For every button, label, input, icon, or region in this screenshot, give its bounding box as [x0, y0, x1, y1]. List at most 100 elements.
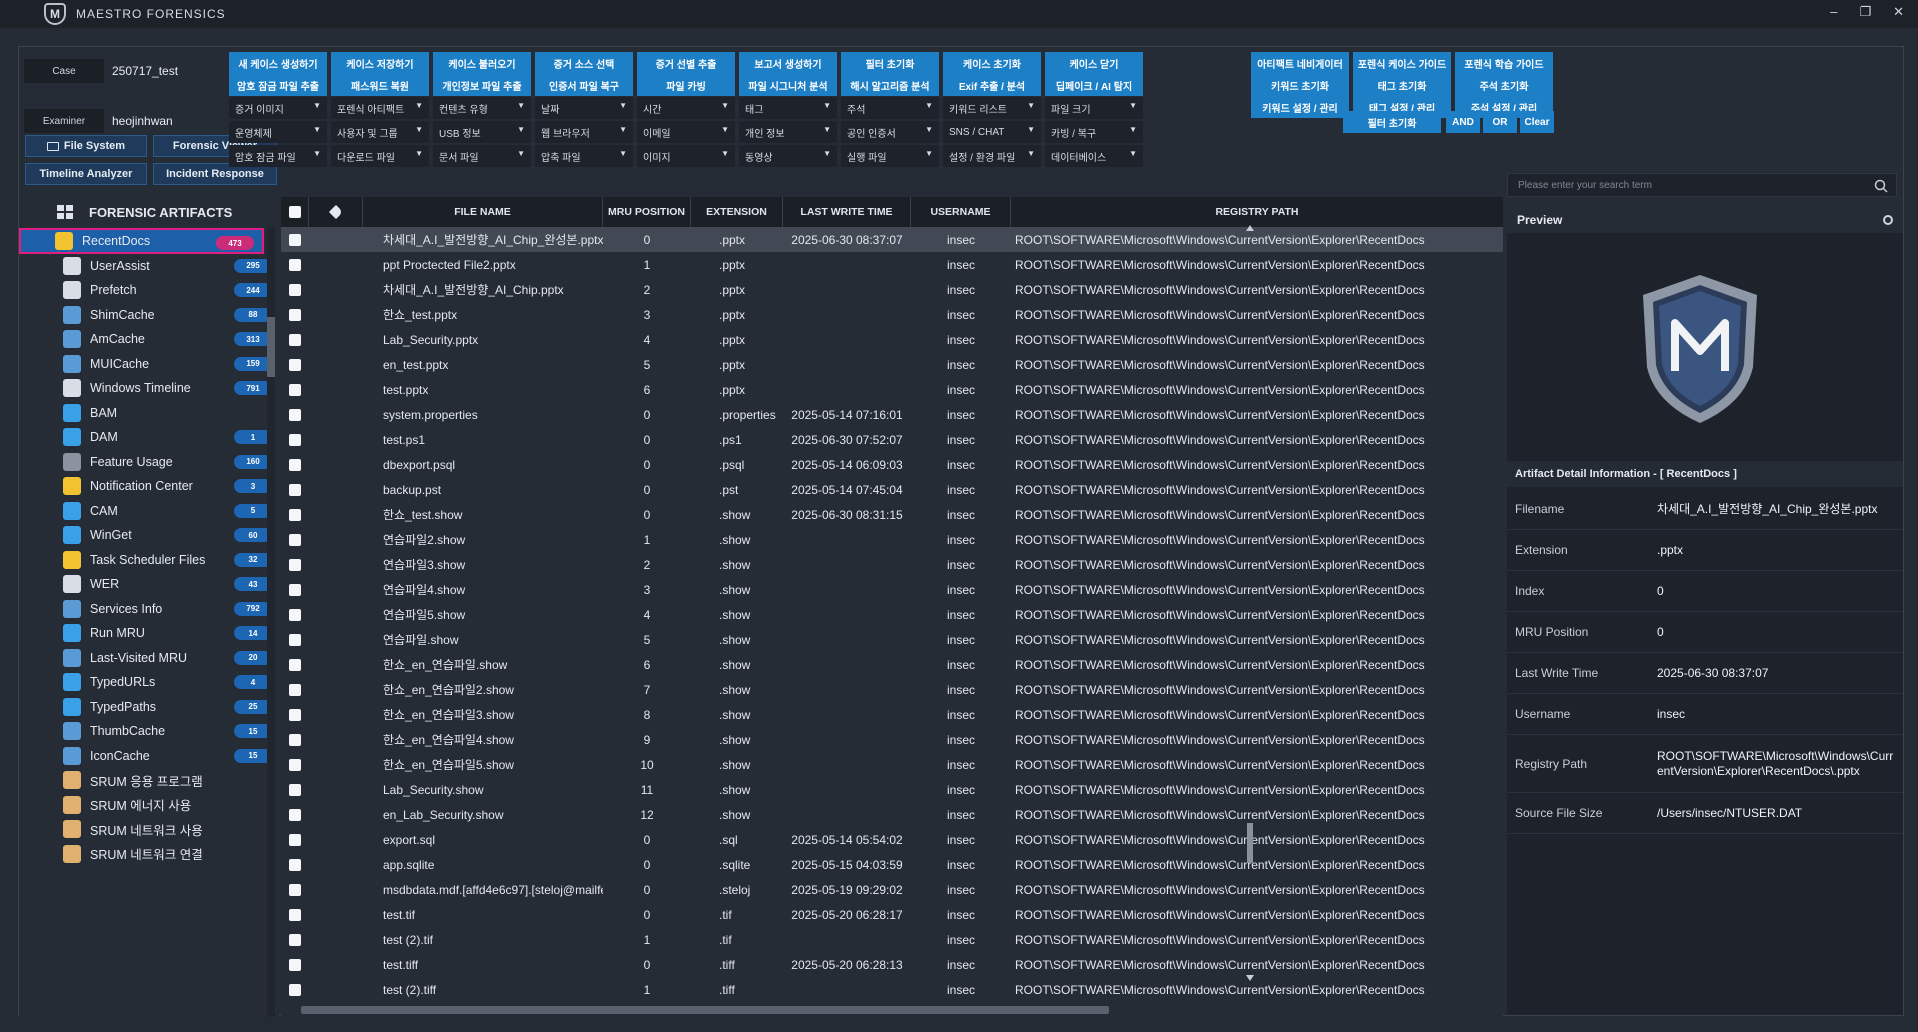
- toolbar-row2-button-8[interactable]: 딥페이크 / AI 탐지: [1045, 74, 1143, 96]
- row-checkbox[interactable]: [289, 883, 301, 896]
- sidebar-item-srum-[interactable]: SRUM 네트워크 사용: [43, 816, 278, 842]
- table-row[interactable]: backup.pst 0 .pst 2025-05-14 07:45:04 insec R…: [281, 477, 1503, 502]
- toolbar-row2-button-4[interactable]: 파일 카빙: [637, 74, 735, 96]
- row-checkbox[interactable]: [289, 283, 301, 296]
- sidebar-item-prefetch[interactable]: Prefetch 244: [43, 277, 278, 303]
- sidebar-item-typedurls[interactable]: TypedURLs 4: [43, 669, 278, 695]
- row-checkbox[interactable]: [289, 358, 301, 371]
- right-row4-button-1[interactable]: AND: [1446, 111, 1480, 133]
- table-row[interactable]: test.tiff 0 .tiff 2025-05-20 06:28:13 insec R…: [281, 952, 1503, 977]
- search-icon[interactable]: [1874, 179, 1888, 193]
- row-checkbox[interactable]: [289, 608, 301, 621]
- filter-dropdown-row5-6[interactable]: 실행 파일 ▼: [841, 145, 939, 167]
- table-row[interactable]: msdbdata.mdf.[affd4e6c97].[steloj@mailfe…: [281, 877, 1503, 902]
- sidebar-item-last-visited-mru[interactable]: Last-Visited MRU 20: [43, 645, 278, 671]
- row-checkbox[interactable]: [289, 633, 301, 646]
- right-row3-button-0[interactable]: 키워드 설정 / 관리: [1251, 96, 1349, 118]
- toolbar-row1-button-6[interactable]: 필터 초기화: [841, 52, 939, 74]
- row-checkbox[interactable]: [289, 858, 301, 871]
- tag-cell[interactable]: [309, 502, 363, 527]
- toolbar-row1-button-0[interactable]: 새 케이스 생성하기: [229, 52, 327, 74]
- toolbar-row2-button-0[interactable]: 암호 잠금 파일 추출: [229, 74, 327, 96]
- sidebar-scroll-thumb[interactable]: [267, 317, 275, 377]
- table-row[interactable]: 한쇼_en_연습파일5.show 10 .show insec ROOT\SOFTWAR…: [281, 752, 1503, 777]
- sidebar-item-srum-[interactable]: SRUM 응용 프로그램: [43, 767, 278, 793]
- filter-dropdown-row5-3[interactable]: 압축 파일 ▼: [535, 145, 633, 167]
- toolbar-row1-button-4[interactable]: 증거 선별 추출: [637, 52, 735, 74]
- filter-dropdown-row4-8[interactable]: 카빙 / 복구 ▼: [1045, 121, 1143, 143]
- row-checkbox[interactable]: [289, 533, 301, 546]
- sidebar-item-shimcache[interactable]: ShimCache 88: [43, 302, 278, 328]
- filter-dropdown-row3-7[interactable]: 키워드 리스트 ▼: [943, 97, 1041, 119]
- toolbar-row1-button-2[interactable]: 케이스 불러오기: [433, 52, 531, 74]
- table-row[interactable]: Lab_Security.pptx 4 .pptx insec ROOT\SOFTWAR…: [281, 327, 1503, 352]
- table-row[interactable]: 연습파일.show 5 .show insec ROOT\SOFTWARE\Micros…: [281, 627, 1503, 652]
- filter-dropdown-row5-5[interactable]: 동영상 ▼: [739, 145, 837, 167]
- filter-dropdown-row3-8[interactable]: 파일 크기 ▼: [1045, 97, 1143, 119]
- column-file-name[interactable]: FILE NAME: [363, 197, 603, 227]
- filter-dropdown-row3-6[interactable]: 주석 ▼: [841, 97, 939, 119]
- scroll-up-arrow[interactable]: [1246, 225, 1254, 231]
- sidebar-item-windows-timeline[interactable]: Windows Timeline 791: [43, 375, 278, 401]
- filter-dropdown-row5-4[interactable]: 이미지 ▼: [637, 145, 735, 167]
- search-input[interactable]: Please enter your search term: [1507, 173, 1897, 197]
- filter-dropdown-row3-1[interactable]: 포렌식 아티팩트 ▼: [331, 97, 429, 119]
- filter-dropdown-row3-3[interactable]: 날짜 ▼: [535, 97, 633, 119]
- timeline-analyzer-button[interactable]: Timeline Analyzer: [25, 163, 147, 185]
- file-system-button[interactable]: File System: [25, 135, 147, 157]
- column-extension[interactable]: EXTENSION: [691, 197, 783, 227]
- right-row1-button-1[interactable]: 포렌식 케이스 가이드: [1353, 52, 1451, 74]
- tag-cell[interactable]: [309, 527, 363, 552]
- table-row[interactable]: 차세대_A.I_발전방향_AI_Chip.pptx 2 .pptx insec ROOT…: [281, 277, 1503, 302]
- table-row[interactable]: 연습파일3.show 2 .show insec ROOT\SOFTWARE\Micro…: [281, 552, 1503, 577]
- table-row[interactable]: 한쇼_en_연습파일4.show 9 .show insec ROOT\SOFTWARE…: [281, 727, 1503, 752]
- tag-cell[interactable]: [309, 577, 363, 602]
- table-row[interactable]: 연습파일5.show 4 .show insec ROOT\SOFTWARE\Micro…: [281, 602, 1503, 627]
- sidebar-item-iconcache[interactable]: IconCache 15: [43, 743, 278, 769]
- table-row[interactable]: dbexport.psql 0 .psql 2025-05-14 06:09:03 in…: [281, 452, 1503, 477]
- tag-cell[interactable]: [309, 477, 363, 502]
- row-checkbox[interactable]: [289, 508, 301, 521]
- row-checkbox[interactable]: [289, 683, 301, 696]
- sidebar-item-thumbcache[interactable]: ThumbCache 15: [43, 718, 278, 744]
- toolbar-row2-button-7[interactable]: Exif 추출 / 분석: [943, 74, 1041, 96]
- right-row2-button-0[interactable]: 키워드 초기화: [1251, 74, 1349, 96]
- toolbar-row2-button-2[interactable]: 개인정보 파일 추출: [433, 74, 531, 96]
- filter-dropdown-row4-4[interactable]: 이메일 ▼: [637, 121, 735, 143]
- tag-cell[interactable]: [309, 352, 363, 377]
- row-checkbox[interactable]: [289, 758, 301, 771]
- row-checkbox[interactable]: [289, 233, 301, 246]
- filter-dropdown-row5-1[interactable]: 다운로드 파일 ▼: [331, 145, 429, 167]
- row-checkbox[interactable]: [289, 333, 301, 346]
- tag-cell[interactable]: [309, 227, 363, 252]
- tag-cell[interactable]: [309, 327, 363, 352]
- filter-dropdown-row4-7[interactable]: SNS / CHAT ▼: [943, 121, 1041, 143]
- table-row[interactable]: 연습파일2.show 1 .show insec ROOT\SOFTWARE\Micro…: [281, 527, 1503, 552]
- filter-dropdown-row5-2[interactable]: 문서 파일 ▼: [433, 145, 531, 167]
- filter-dropdown-row4-2[interactable]: USB 정보 ▼: [433, 121, 531, 143]
- table-row[interactable]: en_Lab_Security.show 12 .show insec ROOT\SOF…: [281, 802, 1503, 827]
- toolbar-row1-button-3[interactable]: 증거 소스 선택: [535, 52, 633, 74]
- table-row[interactable]: 한쇼_en_연습파일2.show 7 .show insec ROOT\SOFTWARE…: [281, 677, 1503, 702]
- tag-cell[interactable]: [309, 252, 363, 277]
- toolbar-row2-button-6[interactable]: 해시 알고리즘 분석: [841, 74, 939, 96]
- tag-cell[interactable]: [309, 877, 363, 902]
- tag-cell[interactable]: [309, 827, 363, 852]
- sidebar-item-bam[interactable]: BAM: [43, 400, 278, 426]
- table-row[interactable]: en_test.pptx 5 .pptx insec ROOT\SOFTWARE\Mic…: [281, 352, 1503, 377]
- sidebar-item-srum-[interactable]: SRUM 에너지 사용: [43, 792, 278, 818]
- sidebar-item-task-scheduler-files[interactable]: Task Scheduler Files 32: [43, 547, 278, 573]
- toolbar-row1-button-1[interactable]: 케이스 저장하기: [331, 52, 429, 74]
- table-row[interactable]: 연습파일4.show 3 .show insec ROOT\SOFTWARE\Micro…: [281, 577, 1503, 602]
- filter-dropdown-row5-0[interactable]: 암호 잠금 파일 ▼: [229, 145, 327, 167]
- tag-cell[interactable]: [309, 277, 363, 302]
- tag-cell[interactable]: [309, 952, 363, 977]
- filter-dropdown-row3-2[interactable]: 컨텐츠 유형 ▼: [433, 97, 531, 119]
- restore-button[interactable]: ❐: [1859, 4, 1871, 20]
- sidebar-item-run-mru[interactable]: Run MRU 14: [43, 620, 278, 646]
- tag-cell[interactable]: [309, 402, 363, 427]
- column-registry-path[interactable]: REGISTRY PATH: [1011, 197, 1503, 227]
- toolbar-row1-button-7[interactable]: 케이스 초기화: [943, 52, 1041, 74]
- tag-cell[interactable]: [309, 377, 363, 402]
- table-row[interactable]: ppt Proctected File2.pptx 1 .pptx insec ROOT…: [281, 252, 1503, 277]
